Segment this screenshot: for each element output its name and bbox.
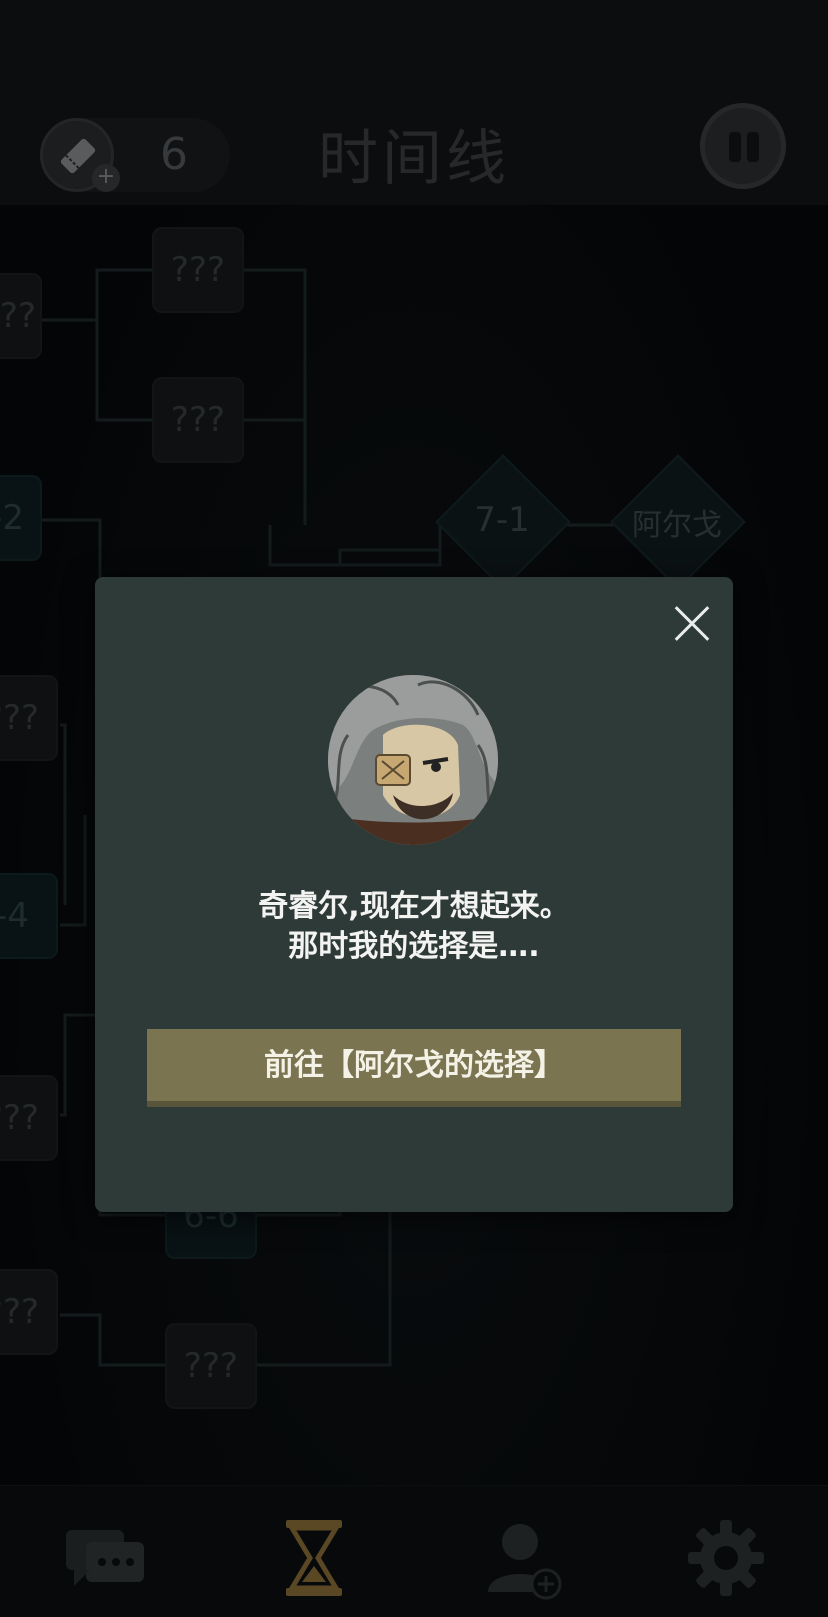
dialog-message-line1: 奇睿尔,现在才想起来。 [258,889,570,924]
dialog-message-line2: 那时我的选择是…. [288,929,540,964]
go-to-choice-button[interactable]: 前往【阿尔戈的选择】 [147,1029,681,1107]
dialog-message: 奇睿尔,现在才想起来。 那时我的选择是…. [95,887,733,967]
choice-dialog: 奇睿尔,现在才想起来。 那时我的选择是…. 前往【阿尔戈的选择】 [95,577,733,1212]
timeline-screen: + 6 时间线 ??? ??? ?? 2 ?? 4 ?? 6-6 ?? ??? … [0,0,828,1617]
close-icon[interactable] [667,599,717,649]
avatar [328,675,498,845]
